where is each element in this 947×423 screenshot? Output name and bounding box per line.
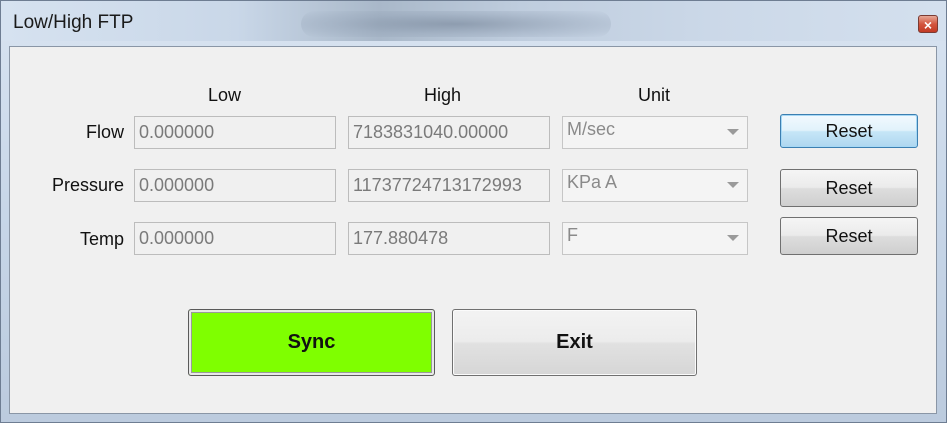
- close-button[interactable]: ×: [918, 15, 938, 33]
- chevron-down-icon[interactable]: [727, 182, 739, 188]
- flow-reset-button[interactable]: Reset: [780, 114, 918, 148]
- pressure-unit-value: KPa A: [567, 172, 618, 192]
- temp-unit-select[interactable]: F: [562, 222, 748, 255]
- dialog-body: Low High Unit Flow 0.000000 7183831040.0…: [9, 46, 937, 414]
- flow-unit-value: M/sec: [567, 119, 616, 139]
- chevron-down-icon[interactable]: [727, 129, 739, 135]
- row-label-flow: Flow: [85, 122, 124, 142]
- temp-reset-button[interactable]: Reset: [780, 217, 918, 255]
- window-title: Low/High FTP: [13, 12, 134, 33]
- dialog-window: Low/High FTP × Low High Unit Flow 0.0000…: [0, 0, 947, 423]
- temp-low-field[interactable]: 0.000000: [134, 222, 336, 255]
- row-label-pressure: Pressure: [51, 175, 124, 195]
- sync-button[interactable]: Sync: [188, 309, 435, 376]
- pressure-reset-button[interactable]: Reset: [780, 169, 918, 207]
- flow-high-field[interactable]: 7183831040.00000: [348, 116, 550, 149]
- row-label-temp: Temp: [79, 229, 124, 249]
- chevron-down-icon[interactable]: [727, 235, 739, 241]
- title-bar-blur: [301, 11, 611, 37]
- exit-button[interactable]: Exit: [452, 309, 697, 376]
- column-header-low: Low: [208, 85, 242, 105]
- pressure-low-field[interactable]: 0.000000: [134, 169, 336, 202]
- flow-low-field[interactable]: 0.000000: [134, 116, 336, 149]
- column-header-high: High: [424, 85, 462, 105]
- pressure-unit-select[interactable]: KPa A: [562, 169, 748, 202]
- title-bar[interactable]: Low/High FTP ×: [1, 1, 946, 41]
- temp-high-field[interactable]: 177.880478: [348, 222, 550, 255]
- close-icon: ×: [923, 17, 933, 33]
- flow-unit-select[interactable]: M/sec: [562, 116, 748, 149]
- pressure-high-field[interactable]: 11737724713172993: [348, 169, 550, 202]
- temp-unit-value: F: [567, 225, 578, 245]
- column-header-unit: Unit: [638, 85, 671, 105]
